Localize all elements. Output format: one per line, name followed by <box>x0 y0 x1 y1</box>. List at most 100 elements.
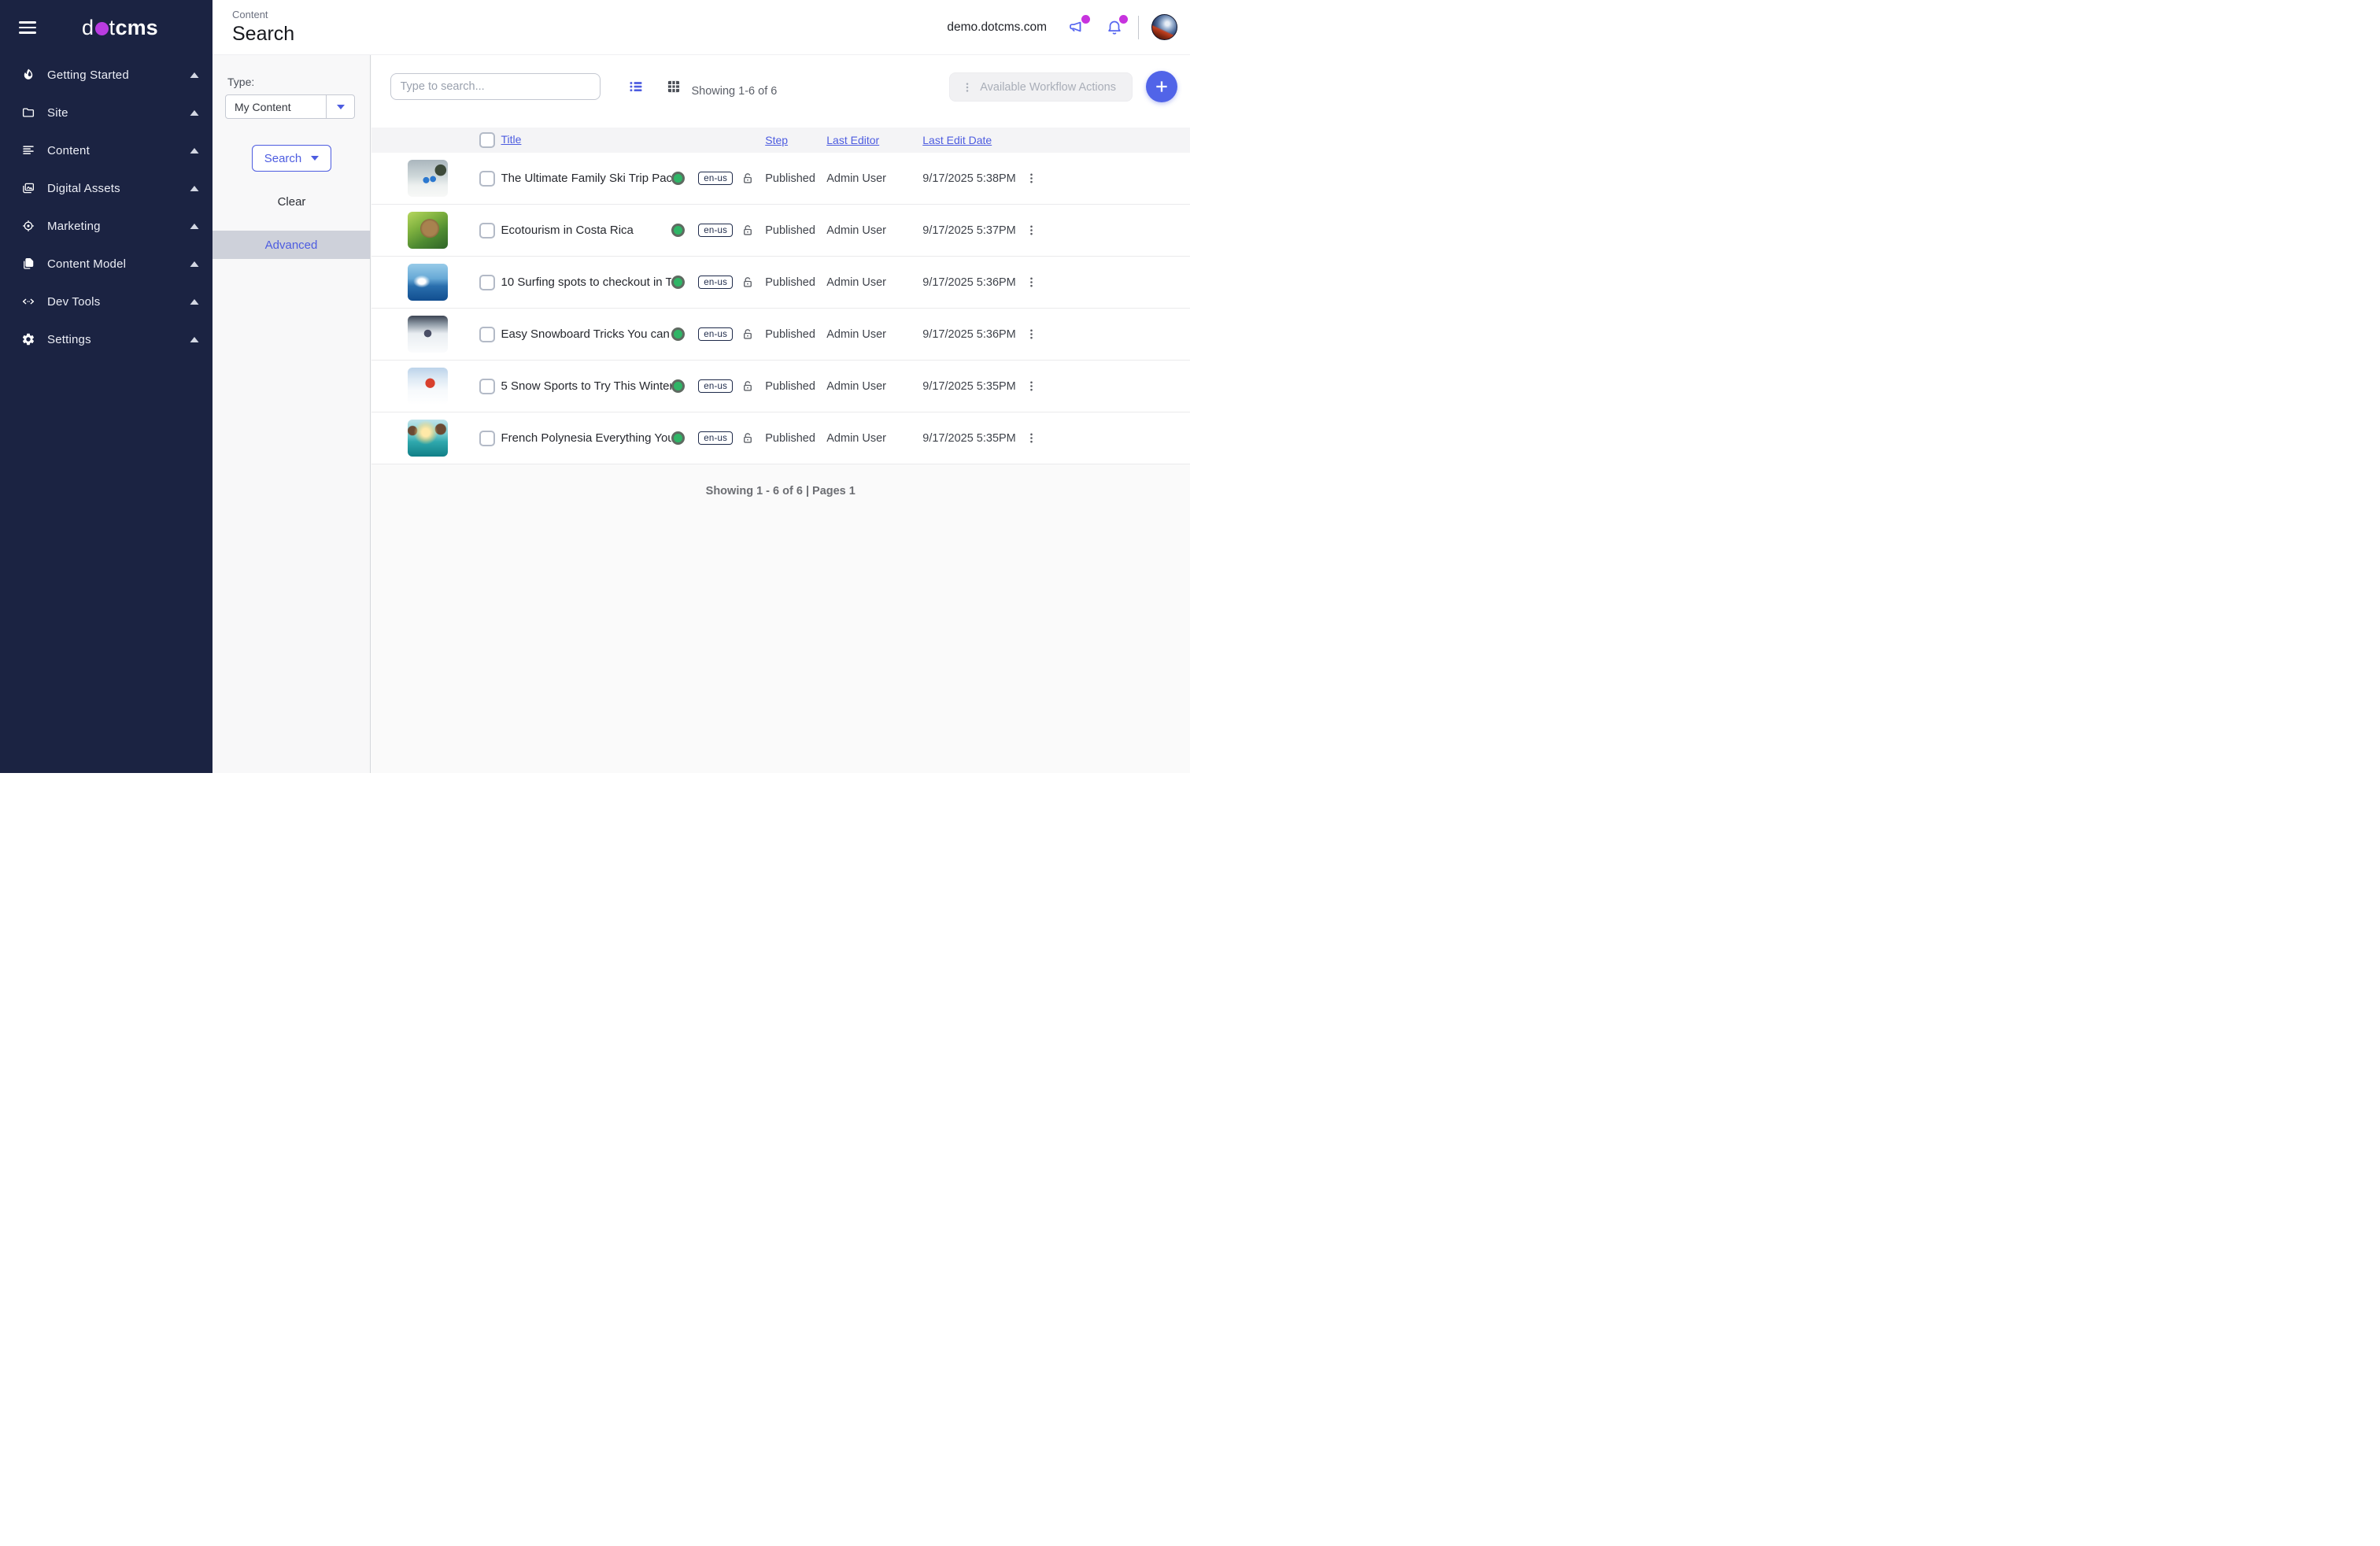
table-row[interactable]: French Polynesia Everything You Need to … <box>371 412 1191 464</box>
last-editor-cell: Admin User <box>826 224 922 237</box>
last-editor-cell: Admin User <box>826 328 922 341</box>
table-row[interactable]: 10 Surfing spots to checkout in Tahiti e… <box>371 257 1191 309</box>
sidebar-item-settings[interactable]: Settings <box>0 320 213 358</box>
sort-last-edit-date-link[interactable]: Last Edit Date <box>922 134 992 146</box>
last-edit-date-cell: 9/17/2025 5:37PM <box>922 224 1019 237</box>
sort-title-link[interactable]: Title <box>501 133 522 146</box>
sidebar-item-label: Settings <box>47 333 190 346</box>
list-view-icon <box>628 79 644 94</box>
search-button-label: Search <box>264 152 302 165</box>
last-editor-cell: Admin User <box>826 276 922 289</box>
sort-step-link[interactable]: Step <box>765 134 788 146</box>
content-title-link[interactable]: French Polynesia Everything You Need to … <box>501 431 672 445</box>
pagination-summary: Showing 1 - 6 of 6 | Pages 1 <box>371 485 1191 497</box>
last-edit-date-cell: 9/17/2025 5:36PM <box>922 328 1019 341</box>
chevron-up-icon <box>190 261 199 268</box>
content-title-link[interactable]: The Ultimate Family Ski Trip Packing Lis… <box>501 172 672 185</box>
images-icon <box>21 181 35 195</box>
published-status-icon <box>671 327 685 341</box>
results-summary: Showing 1-6 of 6 <box>692 55 778 128</box>
table-row[interactable]: Ecotourism in Costa Rica en-us Published… <box>371 205 1191 257</box>
sidebar-item-getting-started[interactable]: Getting Started <box>0 56 213 94</box>
type-select-caret[interactable] <box>326 95 354 118</box>
content-title-link[interactable]: 10 Surfing spots to checkout in Tahiti <box>501 276 672 289</box>
published-status-icon <box>671 431 685 445</box>
logo-dot-icon <box>95 22 109 35</box>
row-checkbox[interactable] <box>479 327 495 342</box>
last-edit-date-cell: 9/17/2025 5:38PM <box>922 172 1019 185</box>
search-button[interactable]: Search <box>252 145 331 172</box>
sidebar-item-label: Marketing <box>47 220 190 233</box>
results-toolbar: Showing 1-6 of 6 Available Workflow Acti… <box>371 55 1191 128</box>
list-view-button[interactable] <box>628 79 644 94</box>
sidebar-item-label: Digital Assets <box>47 182 190 195</box>
sidebar-item-content[interactable]: Content <box>0 131 213 169</box>
folder-icon <box>21 105 35 120</box>
sidebar-nav: Getting Started Site Content Digital Ass… <box>0 55 213 358</box>
lock-open-icon <box>741 431 755 446</box>
dotcms-app: dtcms Getting Started Site Content Digit… <box>0 0 1190 773</box>
row-checkbox[interactable] <box>479 431 495 446</box>
step-cell: Published <box>765 172 826 185</box>
type-label: Type: <box>227 76 254 88</box>
content-thumbnail <box>408 368 448 405</box>
content-thumbnail <box>408 212 448 249</box>
user-avatar[interactable] <box>1151 14 1177 40</box>
sidebar-item-content-model[interactable]: Content Model <box>0 245 213 283</box>
select-all-checkbox[interactable] <box>479 132 495 148</box>
content-thumbnail <box>408 264 448 301</box>
announcements-button[interactable] <box>1067 18 1086 37</box>
hamburger-menu-icon[interactable] <box>19 18 36 37</box>
sort-last-editor-link[interactable]: Last Editor <box>826 134 879 146</box>
table-header-row: Title Step Last Editor Last Edit Date <box>371 128 1191 153</box>
table-row[interactable]: Easy Snowboard Tricks You can Start Usin… <box>371 309 1191 361</box>
search-input[interactable] <box>390 73 601 100</box>
row-actions-button[interactable] <box>1021 220 1041 241</box>
row-actions-button[interactable] <box>1021 272 1041 293</box>
content-title-link[interactable]: Ecotourism in Costa Rica <box>501 224 672 237</box>
row-actions-button[interactable] <box>1021 428 1041 449</box>
table-row[interactable]: 5 Snow Sports to Try This Winter en-us P… <box>371 361 1191 412</box>
sidebar-item-site[interactable]: Site <box>0 94 213 131</box>
clear-button[interactable]: Clear <box>213 195 371 209</box>
workflow-actions-button[interactable]: Available Workflow Actions <box>949 72 1133 102</box>
content-title-link[interactable]: 5 Snow Sports to Try This Winter <box>501 379 672 393</box>
row-checkbox[interactable] <box>479 223 495 239</box>
last-edit-date-cell: 9/17/2025 5:35PM <box>922 380 1019 393</box>
notifications-badge <box>1119 15 1128 24</box>
content-title-link[interactable]: Easy Snowboard Tricks You can Start Usin… <box>501 327 672 341</box>
step-cell: Published <box>765 432 826 445</box>
kebab-icon <box>1025 172 1038 185</box>
site-selector[interactable]: demo.dotcms.com <box>947 20 1047 35</box>
content-thumbnail <box>408 160 448 197</box>
grid-view-icon <box>666 79 682 94</box>
row-checkbox[interactable] <box>479 379 495 394</box>
row-actions-button[interactable] <box>1021 168 1041 189</box>
add-content-button[interactable] <box>1146 71 1177 102</box>
row-checkbox[interactable] <box>479 275 495 290</box>
row-actions-button[interactable] <box>1021 376 1041 397</box>
page-head: Content Search <box>232 9 294 46</box>
notifications-button[interactable] <box>1105 18 1124 37</box>
type-select[interactable]: My Content <box>225 94 355 119</box>
sidebar-item-digital-assets[interactable]: Digital Assets <box>0 169 213 207</box>
published-status-icon <box>671 172 685 185</box>
language-badge: en-us <box>698 431 733 445</box>
lock-open-icon <box>741 327 755 342</box>
sidebar-item-marketing[interactable]: Marketing <box>0 207 213 245</box>
chevron-up-icon <box>190 72 199 79</box>
language-badge: en-us <box>698 379 733 393</box>
last-edit-date-cell: 9/17/2025 5:36PM <box>922 276 1019 289</box>
table-row[interactable]: The Ultimate Family Ski Trip Packing Lis… <box>371 153 1191 205</box>
sidebar: dtcms Getting Started Site Content Digit… <box>0 0 213 773</box>
row-actions-button[interactable] <box>1021 324 1041 345</box>
advanced-link[interactable]: Advanced <box>213 231 370 259</box>
step-cell: Published <box>765 224 826 237</box>
dotcms-logo: dtcms <box>82 16 158 40</box>
grid-view-button[interactable] <box>666 79 682 94</box>
workflow-actions-label: Available Workflow Actions <box>980 81 1116 94</box>
row-checkbox[interactable] <box>479 171 495 187</box>
kebab-icon <box>961 81 974 94</box>
sidebar-item-dev-tools[interactable]: Dev Tools <box>0 283 213 320</box>
pages-icon <box>21 257 35 271</box>
